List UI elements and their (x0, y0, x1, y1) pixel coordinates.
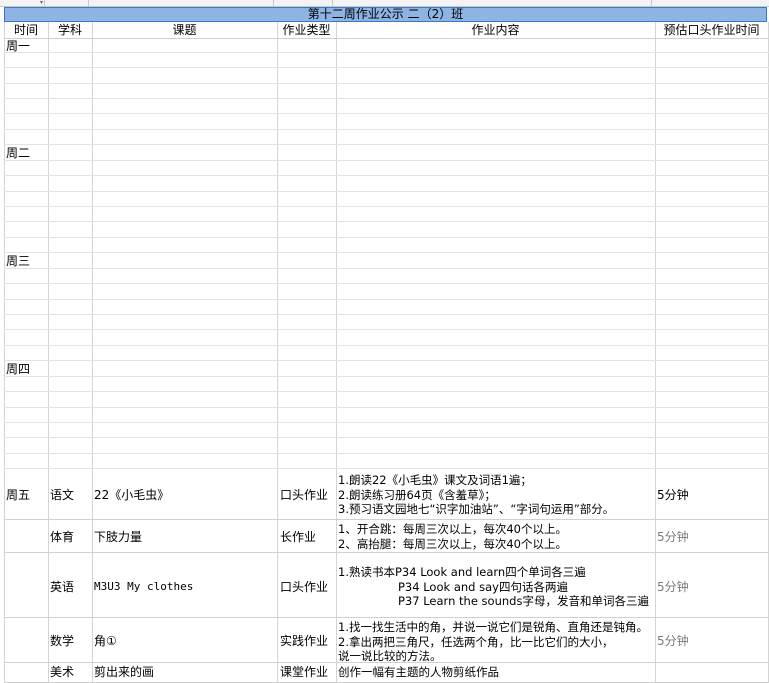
content-line: 2.朗读练习册64页《含羞草》； (338, 487, 496, 502)
content-cell: 创作一幅有主题的人物剪纸作品 (338, 665, 654, 680)
header-topic: 课题 (172, 23, 197, 37)
content-line: 1.朗读22《小毛虫》课文及词语1遍； (338, 473, 532, 487)
subject-cell: 英语 (50, 580, 75, 594)
content-line: 2.拿出两把三角尺，任选两个角，比一比它们的大小， (338, 634, 614, 649)
subject-cell: 数学 (50, 634, 75, 648)
type-cell: 实践作业 (280, 634, 329, 648)
subject-cell: 体育 (50, 530, 75, 544)
time-cell: 5分钟 (657, 530, 689, 544)
header-time: 时间 (13, 23, 38, 37)
day-tuesday: 周二 (6, 146, 31, 160)
content-line: 1.熟读书本P34 Look and learn四个单词各三遍 (338, 565, 586, 579)
topic-cell: M3U3 My clothes (94, 580, 194, 593)
content-line: 1.找一找生活中的角，并说一说它们是锐角、直角还是钝角。 (338, 620, 648, 634)
day-wednesday: 周三 (6, 254, 31, 268)
day-thursday: 周四 (6, 362, 31, 376)
time-cell: 5分钟 (657, 488, 689, 502)
time-cell: 5分钟 (657, 634, 689, 648)
type-cell: 口头作业 (280, 488, 329, 502)
day-monday: 周一 (6, 39, 31, 53)
header-content: 作业内容 (471, 23, 520, 37)
time-cell: 5分钟 (657, 580, 689, 594)
header-subject: 学科 (57, 23, 82, 37)
header-type: 作业类型 (282, 23, 331, 37)
column-header-strip: ▾ (0, 0, 769, 7)
topic-cell: 22《小毛虫》 (94, 488, 170, 502)
content-cell: 1、开合跳：每周三次以上，每次40个以上。 2、高抬腿：每周三次以上，每次40个… (338, 522, 654, 551)
sheet-title: 第十二周作业公示 二（2）班 (307, 7, 464, 21)
content-cell: 1.找一找生活中的角，并说一说它们是锐角、直角还是钝角。 2.拿出两把三角尺，任… (338, 620, 654, 664)
content-cell: 1.熟读书本P34 Look and learn四个单词各三遍 P34 Look… (338, 565, 654, 609)
topic-cell: 剪出来的画 (94, 665, 155, 679)
content-line: P34 Look and say四句话各两遍 (398, 579, 568, 594)
type-cell: 课堂作业 (280, 665, 329, 679)
type-cell: 长作业 (280, 530, 317, 544)
content-line: 1、开合跳：每周三次以上，每次40个以上。 (338, 522, 567, 536)
content-line: 2、高抬腿：每周三次以上，每次40个以上。 (338, 536, 567, 551)
spreadsheet-grid: 时间 学科 课题 作业类型 作业内容 预估口头作业时间 周一 周二 周三 周四 … (4, 22, 769, 683)
subject-cell: 美术 (50, 665, 75, 679)
day-friday: 周五 (6, 488, 31, 502)
topic-cell: 角① (94, 634, 117, 648)
topic-cell: 下肢力量 (94, 530, 143, 544)
content-line: 说一说比较的方法。 (338, 649, 442, 663)
subject-cell: 语文 (50, 488, 75, 502)
content-line: P37 Learn the sounds字母，发音和单词各三遍 (398, 594, 649, 608)
header-est-time: 预估口头作业时间 (663, 23, 760, 37)
content-line: 3.预习语文园地七“识字加油站”、“字词句运用”部分。 (338, 502, 615, 516)
type-cell: 口头作业 (280, 580, 329, 594)
sheet-title-cell[interactable]: 第十二周作业公示 二（2）班 (4, 7, 767, 22)
content-line: 创作一幅有主题的人物剪纸作品 (338, 665, 499, 679)
content-cell: 1.朗读22《小毛虫》课文及词语1遍； 2.朗读练习册64页《含羞草》； 3.预… (338, 473, 654, 517)
dropdown-arrow-icon[interactable]: ▾ (40, 0, 43, 6)
